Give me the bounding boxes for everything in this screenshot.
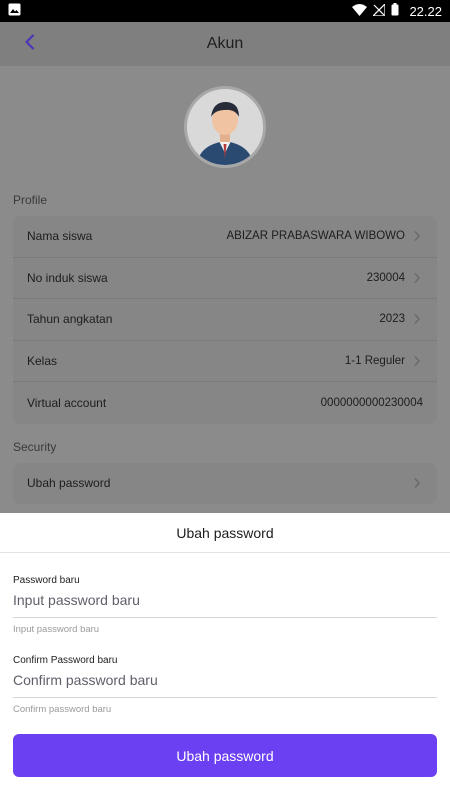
row-label: Kelas <box>27 353 58 368</box>
chevron-right-icon <box>413 230 423 242</box>
battery-icon <box>391 3 399 19</box>
row-value: ABIZAR PRABASWARA WIBOWO <box>226 230 406 243</box>
chevron-left-icon <box>24 33 36 55</box>
change-password-sheet: Ubah password Password baru Input passwo… <box>0 513 450 800</box>
row-label: Ubah password <box>27 476 111 491</box>
no-signal-icon <box>372 2 387 19</box>
confirm-password-field: Confirm Password baru Confirm password b… <box>0 655 450 715</box>
wifi-icon <box>352 3 368 19</box>
account-content: Profile Nama siswa ABIZAR PRABASWARA WIB… <box>0 86 450 504</box>
row-label: Tahun angkatan <box>27 312 113 327</box>
confirm-password-label: Confirm Password baru <box>13 655 118 666</box>
profile-row-year[interactable]: Tahun angkatan 2023 <box>13 299 437 341</box>
row-label: Nama siswa <box>27 229 93 244</box>
row-value: 230004 <box>366 271 405 284</box>
profile-section-label: Profile <box>13 193 48 207</box>
status-time: 22.22 <box>409 3 442 19</box>
app-bar: Akun <box>0 22 450 66</box>
confirm-password-input[interactable] <box>13 666 437 698</box>
profile-row-student-id[interactable]: No induk siswa 230004 <box>13 258 437 299</box>
page-title: Akun <box>206 35 244 52</box>
profile-row-class[interactable]: Kelas 1-1 Reguler <box>13 341 437 382</box>
row-label: No induk siswa <box>27 270 108 285</box>
status-bar: 22.22 <box>0 0 450 22</box>
chevron-right-icon <box>413 477 423 489</box>
avatar <box>184 86 266 168</box>
profile-row-virtual-account: Virtual account 0000000000230004 <box>13 382 437 424</box>
security-row-change-password[interactable]: Ubah password <box>13 463 437 505</box>
row-value: 1-1 Reguler <box>344 354 405 367</box>
new-password-field: Password baru Input password baru <box>0 575 450 635</box>
sheet-title: Ubah password <box>0 513 450 553</box>
submit-change-password-button[interactable]: Ubah password <box>13 734 437 777</box>
back-button[interactable] <box>18 32 42 56</box>
row-label: Virtual account <box>27 395 107 410</box>
profile-row-name[interactable]: Nama siswa ABIZAR PRABASWARA WIBOWO <box>13 216 437 258</box>
confirm-password-helper: Confirm password baru <box>13 704 112 715</box>
new-password-input[interactable] <box>13 586 437 618</box>
security-card: Ubah password <box>13 462 437 505</box>
chevron-right-icon <box>413 355 423 367</box>
security-section-label: Security <box>13 439 57 454</box>
row-value: 0000000000230004 <box>320 396 423 409</box>
chevron-right-icon <box>413 272 423 284</box>
profile-card: Nama siswa ABIZAR PRABASWARA WIBOWO No i… <box>13 216 437 424</box>
avatar-container <box>13 86 437 168</box>
student-avatar-icon <box>197 101 253 165</box>
account-screen: Akun Profile Nama siswa ABIZAR PRABASWAR… <box>0 22 450 513</box>
new-password-label: Password baru <box>13 575 80 586</box>
chevron-right-icon <box>413 313 423 325</box>
new-password-helper: Input password baru <box>13 624 100 635</box>
image-notification-icon <box>8 3 21 19</box>
row-value: 2023 <box>379 313 405 326</box>
